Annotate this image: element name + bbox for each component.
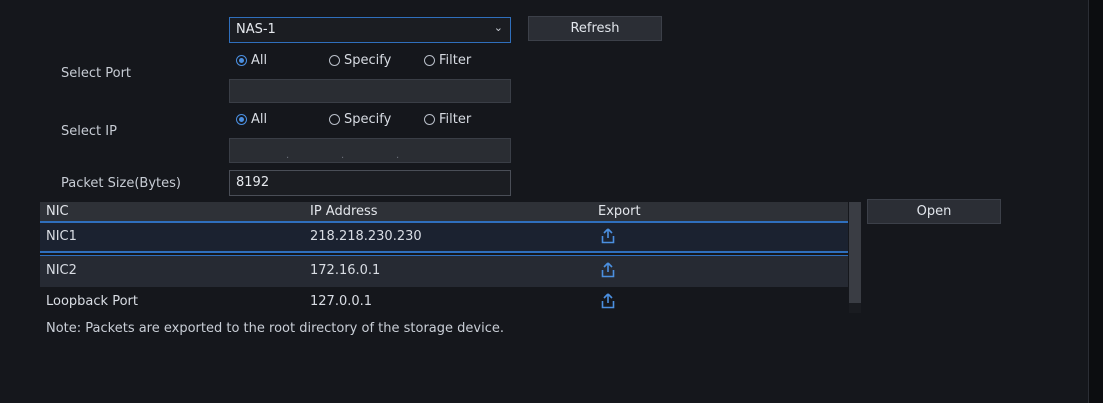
- capture-panel: NAS-1 ⌄ Refresh Select Port All Specify …: [0, 0, 1088, 403]
- ip-radio-specify[interactable]: Specify: [329, 110, 391, 128]
- nic-cell: NIC2: [46, 263, 77, 278]
- ip-radio-all[interactable]: All: [236, 110, 267, 128]
- select-ip-label: Select IP: [61, 124, 117, 139]
- nic-table-header: NIC IP Address Export: [40, 202, 848, 221]
- ip-cell: 218.218.230.230: [310, 229, 422, 244]
- ip-address-input[interactable]: [229, 138, 511, 163]
- ip-cell: 127.0.0.1: [310, 294, 373, 309]
- table-row[interactable]: NIC2 172.16.0.1: [40, 255, 848, 287]
- ip-radio-specify-label: Specify: [344, 111, 392, 127]
- export-note: Note: Packets are exported to the root d…: [46, 321, 504, 336]
- ip-separator: .: [341, 150, 345, 161]
- radio-unchecked-icon: [424, 54, 435, 66]
- col-header-ip: IP Address: [310, 204, 378, 219]
- ip-separator: .: [396, 150, 400, 161]
- right-edge-bar: [1088, 0, 1103, 403]
- ip-radio-all-label: All: [251, 111, 268, 127]
- export-icon[interactable]: [601, 293, 615, 309]
- radio-unchecked-icon: [329, 113, 340, 125]
- ip-radio-filter[interactable]: Filter: [424, 110, 471, 128]
- open-button[interactable]: Open: [867, 199, 1001, 224]
- packet-size-input[interactable]: 8192: [229, 170, 511, 196]
- refresh-button[interactable]: Refresh: [528, 16, 662, 41]
- port-input[interactable]: [229, 79, 511, 103]
- radio-checked-icon: [236, 113, 247, 125]
- col-header-export: Export: [598, 204, 641, 219]
- ip-cell: 172.16.0.1: [310, 263, 381, 278]
- nic-cell: NIC1: [46, 229, 77, 244]
- packet-size-value: 8192: [236, 175, 270, 190]
- chevron-down-icon: ⌄: [493, 21, 503, 34]
- select-port-label: Select Port: [61, 66, 132, 81]
- port-radio-all[interactable]: All: [236, 51, 267, 69]
- export-icon[interactable]: [601, 262, 615, 278]
- ip-separator: .: [286, 150, 290, 161]
- radio-unchecked-icon: [424, 113, 435, 125]
- device-select-value: NAS-1: [236, 22, 276, 37]
- radio-checked-icon: [236, 54, 247, 66]
- table-row[interactable]: Loopback Port 127.0.0.1: [40, 287, 848, 317]
- scrollbar-thumb[interactable]: [849, 303, 861, 313]
- nic-cell: Loopback Port: [46, 294, 138, 309]
- port-radio-specify[interactable]: Specify: [329, 51, 391, 69]
- radio-unchecked-icon: [329, 54, 340, 66]
- export-icon[interactable]: [601, 228, 615, 244]
- ip-radio-filter-label: Filter: [439, 111, 472, 127]
- port-radio-all-label: All: [251, 52, 268, 68]
- port-radio-specify-label: Specify: [344, 52, 392, 68]
- col-header-nic: NIC: [46, 204, 69, 219]
- table-row[interactable]: NIC1 218.218.230.230: [40, 221, 848, 253]
- packet-size-label: Packet Size(Bytes): [61, 176, 181, 191]
- table-scrollbar[interactable]: [849, 202, 861, 313]
- device-select[interactable]: NAS-1 ⌄: [229, 17, 511, 43]
- port-radio-filter-label: Filter: [439, 52, 472, 68]
- port-radio-filter[interactable]: Filter: [424, 51, 471, 69]
